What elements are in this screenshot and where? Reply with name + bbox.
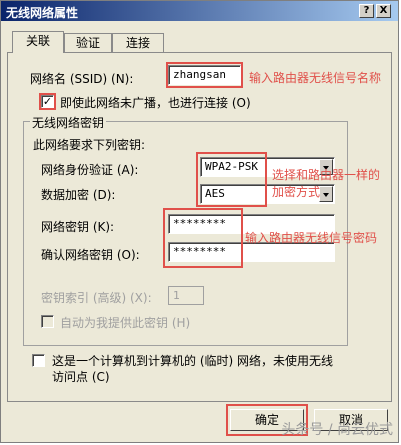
- auth-annotation-line1: 选择和路由器一样的: [272, 168, 381, 182]
- auto-key-label: 自动为我提供此密钥 (H): [60, 316, 191, 330]
- adhoc-label: 这是一个计算机到计算机的 (临时) 网络，未使用无线访问点 (C): [52, 354, 333, 384]
- wireless-properties-window: 无线网络属性 ? X 关联 验证 连接 网络名 (SSID) (N): zhan…: [0, 0, 399, 443]
- auth-highlight-box: [196, 152, 267, 207]
- key-group-title: 无线网络密钥: [30, 114, 107, 131]
- window-title: 无线网络属性: [6, 6, 79, 20]
- tab-connection-label: 连接: [125, 36, 150, 50]
- auto-key-checkbox[interactable]: [41, 315, 54, 328]
- tab-authentication[interactable]: 验证: [64, 33, 112, 52]
- adhoc-checkbox[interactable]: [32, 354, 45, 367]
- broadcast-highlight-box: [39, 93, 56, 110]
- key-annotation: 输入路由器无线信号密码: [245, 231, 378, 245]
- auth-annotation-line2: 加密方式: [272, 185, 321, 199]
- auth-label: 网络身份验证 (A):: [41, 163, 139, 177]
- key-label: 网络密钥 (K):: [41, 220, 115, 234]
- tab-association[interactable]: 关联: [12, 31, 64, 53]
- confirm-key-label: 确认网络密钥 (O):: [41, 248, 140, 262]
- close-button[interactable]: X: [376, 4, 391, 18]
- key-highlight-box: [163, 208, 243, 268]
- title-bar: 无线网络属性 ? X: [1, 1, 398, 21]
- broadcast-label: 即使此网络未广播，也进行连接 (O): [60, 96, 251, 110]
- watermark-text: 头条号 / 尚云优式: [281, 422, 393, 438]
- tab-association-label: 关联: [25, 34, 50, 48]
- encryption-label: 数据加密 (D):: [41, 188, 116, 202]
- key-index-value: 1: [173, 289, 180, 302]
- tab-authentication-label: 验证: [75, 36, 100, 50]
- key-group-subtitle: 此网络要求下列密钥:: [33, 138, 146, 152]
- chevron-down-icon[interactable]: [319, 186, 333, 202]
- ssid-label: 网络名 (SSID) (N):: [30, 72, 134, 86]
- ssid-highlight-box: [166, 62, 243, 88]
- key-index-spinner[interactable]: 1: [168, 286, 204, 305]
- ssid-annotation: 输入路由器无线信号名称: [249, 71, 382, 85]
- tab-connection[interactable]: 连接: [112, 33, 164, 52]
- help-button[interactable]: ?: [359, 4, 374, 18]
- key-index-label: 密钥索引 (高级) (X):: [41, 291, 152, 305]
- association-panel: 网络名 (SSID) (N): zhangsan 输入路由器无线信号名称 ✓ 即…: [7, 52, 392, 402]
